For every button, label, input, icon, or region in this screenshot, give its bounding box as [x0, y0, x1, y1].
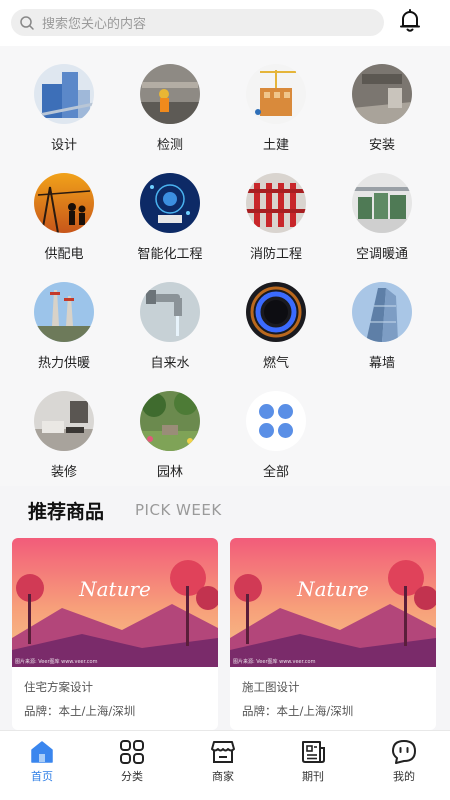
category-label: 装修: [50, 465, 77, 480]
category-gas[interactable]: 燃气: [224, 282, 328, 382]
civil-thumbnail: [246, 64, 306, 124]
bell-icon[interactable]: [397, 8, 423, 34]
image-title: Nature: [296, 577, 369, 601]
category-grid: 设计 检测 土建 安装 供配电 智能化工程 消防工程 空调暖通 热力供暖 自来水…: [0, 46, 450, 486]
search-input[interactable]: 搜索您关心的内容: [11, 9, 384, 36]
product-name: 施工图设计: [242, 680, 300, 694]
nav-label: 期刊: [302, 770, 324, 783]
category-label: 空调暖通: [355, 247, 408, 262]
image-credit: 图片来源: Veer图库 www.veer.com: [233, 659, 316, 665]
product-brand: 品牌：本土/上海/深圳: [242, 704, 354, 718]
landscape-thumbnail: [140, 391, 200, 451]
decoration-thumbnail: [34, 391, 94, 451]
category-curtain-wall[interactable]: 幕墙: [330, 282, 434, 382]
category-label: 燃气: [262, 356, 289, 371]
product-image: Nature 图片来源: Veer图库 www.veer.com: [230, 538, 436, 667]
category-hvac[interactable]: 空调暖通: [330, 173, 434, 273]
category-label: 安装: [368, 138, 395, 153]
category-all[interactable]: 全部: [224, 391, 328, 491]
installation-thumbnail: [352, 64, 412, 124]
category-label: 自来水: [150, 356, 190, 371]
category-decoration[interactable]: 装修: [12, 391, 116, 491]
category-heating[interactable]: 热力供暖: [12, 282, 116, 382]
nav-label: 我的: [393, 770, 415, 783]
category-landscape[interactable]: 园林: [118, 391, 222, 491]
category-label: 园林: [156, 465, 183, 480]
image-title: Nature: [78, 577, 151, 601]
category-design[interactable]: 设计: [12, 64, 116, 164]
category-civil[interactable]: 土建: [224, 64, 328, 164]
heating-thumbnail: [34, 282, 94, 342]
image-credit: 图片来源: Veer图库 www.veer.com: [15, 659, 98, 665]
gas-thumbnail: [246, 282, 306, 342]
category-inspection[interactable]: 检测: [118, 64, 222, 164]
product-card[interactable]: Nature 图片来源: Veer图库 www.veer.com 施工图设计 品…: [230, 538, 436, 730]
nav-home[interactable]: 首页: [0, 731, 87, 800]
all-icon: [246, 391, 306, 451]
category-label: 热力供暖: [37, 356, 90, 371]
category-label: 检测: [156, 138, 183, 153]
nav-label: 商家: [212, 770, 234, 783]
section-title: 推荐商品: [28, 501, 105, 523]
power-supply-thumbnail: [34, 173, 94, 233]
category-water[interactable]: 自来水: [118, 282, 222, 382]
hvac-thumbnail: [352, 173, 412, 233]
design-thumbnail: [34, 64, 94, 124]
nav-label: 分类: [121, 770, 143, 783]
search-icon: [20, 15, 34, 30]
chat-face-icon: [392, 740, 416, 764]
nav-merchant[interactable]: 商家: [178, 731, 268, 800]
inspection-thumbnail: [140, 64, 200, 124]
nav-category[interactable]: 分类: [87, 731, 177, 800]
category-label: 土建: [262, 138, 289, 153]
store-icon: [211, 741, 235, 763]
category-installation[interactable]: 安装: [330, 64, 434, 164]
newspaper-icon: [302, 741, 325, 763]
search-placeholder: 搜索您关心的内容: [42, 17, 147, 32]
category-label: 全部: [262, 465, 289, 480]
product-name: 住宅方案设计: [24, 680, 93, 694]
product-card[interactable]: Nature 图片来源: Veer图库 www.veer.com 住宅方案设计 …: [12, 538, 218, 730]
curtain-wall-thumbnail: [352, 282, 412, 342]
category-power-supply[interactable]: 供配电: [12, 173, 116, 273]
category-label: 供配电: [44, 247, 84, 262]
category-label: 设计: [50, 138, 77, 153]
nav-label: 首页: [31, 770, 53, 783]
nav-mine[interactable]: 我的: [359, 731, 449, 800]
product-brand: 品牌：本土/上海/深圳: [24, 704, 136, 718]
category-label: 智能化工程: [137, 247, 203, 262]
category-intelligent[interactable]: 智能化工程: [118, 173, 222, 273]
category-label: 幕墙: [368, 356, 395, 371]
category-fire[interactable]: 消防工程: [224, 173, 328, 273]
bottom-nav: 首页 分类 商家 期刊 我的: [0, 730, 450, 800]
category-label: 消防工程: [249, 247, 302, 262]
section-subtitle: PICK WEEK: [135, 501, 222, 519]
nav-journal[interactable]: 期刊: [268, 731, 358, 800]
product-image: Nature 图片来源: Veer图库 www.veer.com: [12, 538, 218, 667]
home-icon: [31, 741, 53, 763]
intelligent-thumbnail: [140, 173, 200, 233]
grid-icon: [120, 740, 144, 764]
fire-thumbnail: [246, 173, 306, 233]
top-bar: 搜索您关心的内容: [0, 0, 450, 46]
water-thumbnail: [140, 282, 200, 342]
